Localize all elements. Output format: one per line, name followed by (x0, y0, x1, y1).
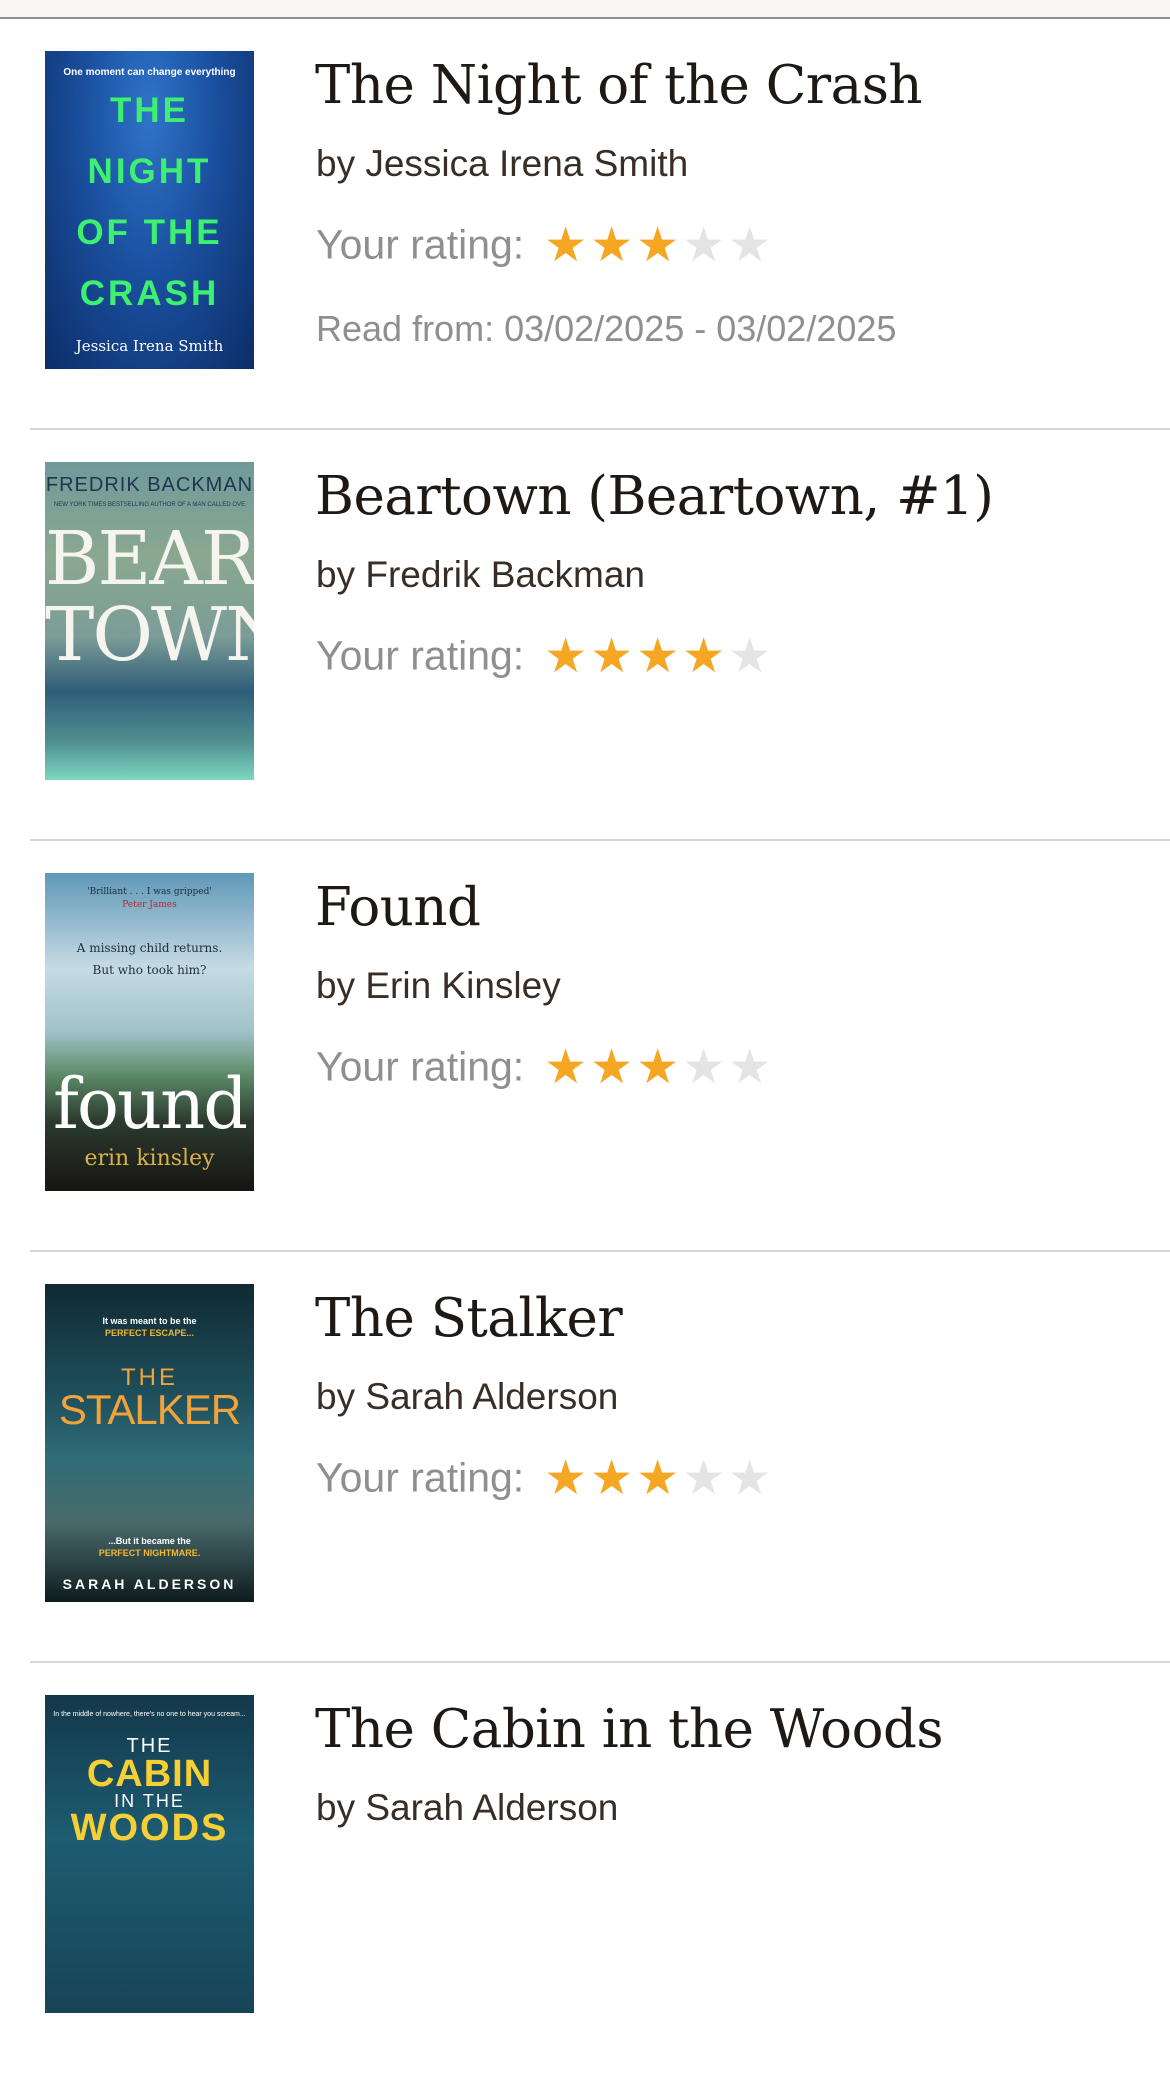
book-item[interactable]: In the middle of nowhere, there's no one… (0, 1663, 1170, 2074)
book-title[interactable]: Found (315, 877, 481, 938)
cover-author: FREDRIK BACKMAN (45, 474, 254, 496)
book-author[interactable]: by Jessica Irena Smith (316, 143, 688, 185)
rating-row: Your rating: ★★★★★ (316, 221, 773, 273)
star-empty-icon[interactable]: ★ (727, 221, 773, 269)
book-cover[interactable]: One moment can change everything THE NIG… (45, 51, 254, 369)
star-rating[interactable]: ★★★★★ (543, 1043, 773, 1091)
book-title[interactable]: The Cabin in the Woods (315, 1699, 944, 1760)
cover-tagline: It was meant to be the (102, 1316, 197, 1326)
cover-author: erin kinsley (84, 1146, 215, 1171)
star-filled-icon[interactable]: ★ (543, 1043, 589, 1091)
star-filled-icon[interactable]: ★ (589, 1043, 635, 1091)
book-item[interactable]: It was meant to be the PERFECT ESCAPE...… (0, 1252, 1170, 1663)
rating-label: Your rating: (316, 221, 525, 268)
book-author[interactable]: by Erin Kinsley (316, 965, 561, 1007)
rating-label: Your rating: (316, 1043, 525, 1090)
book-item[interactable]: 'Brilliant . . . I was gripped' Peter Ja… (0, 841, 1170, 1252)
rating-label: Your rating: (316, 1454, 525, 1501)
book-cover[interactable]: In the middle of nowhere, there's no one… (45, 1695, 254, 2013)
cover-title: found (52, 1063, 248, 1145)
cover-title-line: BEAR (45, 516, 254, 602)
star-filled-icon[interactable]: ★ (543, 221, 589, 269)
star-rating[interactable]: ★★★★★ (543, 632, 773, 680)
star-filled-icon[interactable]: ★ (589, 632, 635, 680)
book-cover[interactable]: It was meant to be the PERFECT ESCAPE...… (45, 1284, 254, 1602)
book-cover[interactable]: 'Brilliant . . . I was gripped' Peter Ja… (45, 873, 254, 1191)
star-filled-icon[interactable]: ★ (635, 1043, 681, 1091)
cover-title-line: THE (110, 91, 189, 130)
book-cover[interactable]: FREDRIK BACKMAN NEW YORK TIMES BESTSELLI… (45, 462, 254, 780)
star-filled-icon[interactable]: ★ (635, 1454, 681, 1502)
rating-row: Your rating: ★★★★★ (316, 1043, 773, 1095)
cover-tagline: A missing child returns. (76, 941, 223, 955)
star-filled-icon[interactable]: ★ (635, 632, 681, 680)
top-bar (0, 0, 1170, 19)
star-empty-icon[interactable]: ★ (727, 1454, 773, 1502)
star-filled-icon[interactable]: ★ (681, 632, 727, 680)
book-author[interactable]: by Sarah Alderson (316, 1376, 618, 1418)
cover-title: STALKER (58, 1386, 241, 1433)
star-empty-icon[interactable]: ★ (727, 1043, 773, 1091)
cover-title-end: WOODS (70, 1807, 229, 1849)
cover-tagline: One moment can change everything (63, 67, 236, 78)
book-title[interactable]: Beartown (Beartown, #1) (315, 466, 994, 527)
star-empty-icon[interactable]: ★ (681, 1454, 727, 1502)
book-title[interactable]: The Night of the Crash (315, 55, 923, 116)
cover-title-line: CRASH (79, 274, 220, 313)
cover-quote: 'Brilliant . . . I was gripped' (87, 887, 212, 897)
book-author[interactable]: by Fredrik Backman (316, 554, 645, 596)
cover-quote-by: Peter James (122, 900, 177, 910)
rating-row: Your rating: ★★★★★ (316, 632, 773, 684)
cover-author: SARAH ALDERSON (62, 1576, 237, 1592)
read-dates: Read from: 03/02/2025 - 03/02/2025 (316, 308, 897, 349)
cover-tagline: In the middle of nowhere, there's no one… (53, 1711, 246, 1718)
star-filled-icon[interactable]: ★ (589, 221, 635, 269)
cover-title-line: NIGHT (87, 152, 212, 191)
rating-label: Your rating: (316, 632, 525, 679)
star-filled-icon[interactable]: ★ (589, 1454, 635, 1502)
star-filled-icon[interactable]: ★ (543, 1454, 589, 1502)
star-empty-icon[interactable]: ★ (681, 221, 727, 269)
book-item[interactable]: One moment can change everything THE NIG… (0, 19, 1170, 430)
star-empty-icon[interactable]: ★ (727, 632, 773, 680)
cover-title-line: TOWN (45, 592, 254, 678)
cover-author: Jessica Irena Smith (75, 337, 224, 355)
book-title[interactable]: The Stalker (315, 1288, 623, 1349)
cover-tagline: ...But it became the (108, 1536, 191, 1546)
star-rating[interactable]: ★★★★★ (543, 221, 773, 269)
cover-small-text: NEW YORK TIMES BESTSELLING AUTHOR OF A M… (53, 502, 246, 508)
star-filled-icon[interactable]: ★ (543, 632, 589, 680)
star-filled-icon[interactable]: ★ (635, 221, 681, 269)
book-author[interactable]: by Sarah Alderson (316, 1787, 618, 1829)
cover-title: CABIN (86, 1753, 213, 1795)
rating-row: Your rating: ★★★★★ (316, 1454, 773, 1506)
cover-tagline: PERFECT NIGHTMARE. (98, 1548, 201, 1558)
cover-tagline: PERFECT ESCAPE... (104, 1328, 194, 1338)
cover-tagline: But who took him? (92, 963, 207, 977)
star-rating[interactable]: ★★★★★ (543, 1454, 773, 1502)
book-item[interactable]: FREDRIK BACKMAN NEW YORK TIMES BESTSELLI… (0, 430, 1170, 841)
cover-title-line: OF THE (76, 213, 223, 252)
star-empty-icon[interactable]: ★ (681, 1043, 727, 1091)
